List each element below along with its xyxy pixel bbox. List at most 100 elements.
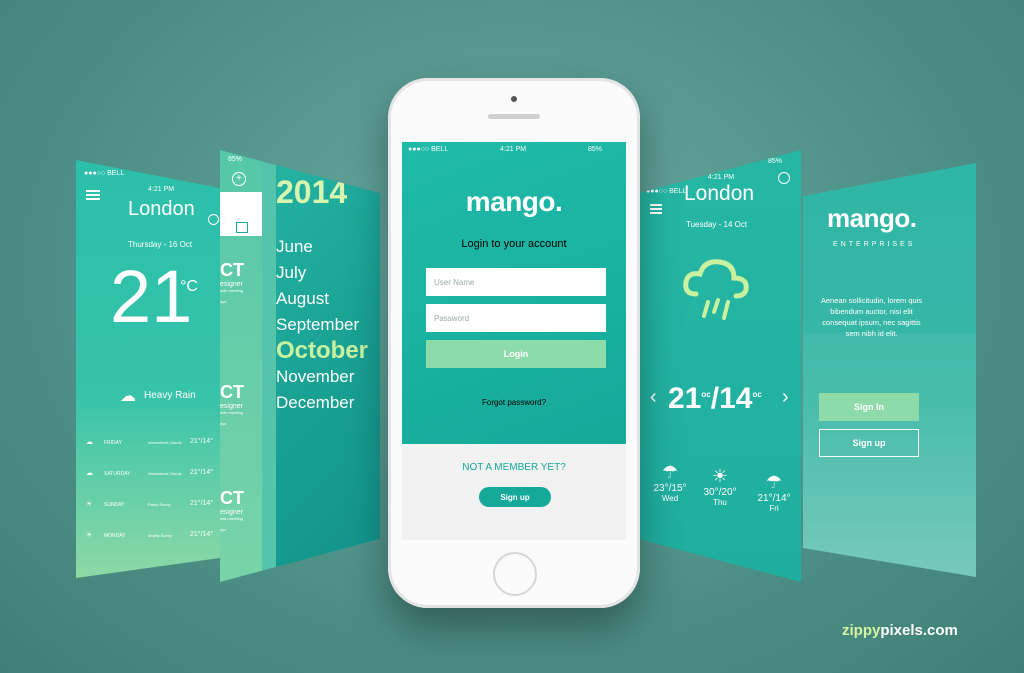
- low-temp: 14: [719, 382, 753, 415]
- divider: [262, 150, 276, 582]
- calendar-app-screen: 85% + CT esigner edin meeting ays CT esi…: [220, 150, 380, 582]
- menu-icon[interactable]: [650, 202, 662, 216]
- app-logo: mango.: [465, 186, 563, 217]
- forecast-temp: 23°/15°: [653, 483, 687, 494]
- weather-icon: ☁: [86, 470, 93, 477]
- chevron-right-icon[interactable]: ›: [782, 386, 789, 409]
- username-field[interactable]: User Name: [426, 268, 606, 296]
- calendar-tab[interactable]: [220, 192, 262, 236]
- event-role: esigner: [220, 509, 243, 516]
- forecast-desc: Partly Sunny: [148, 502, 171, 507]
- forecast-temp: 30°/20°: [703, 487, 737, 498]
- add-icon[interactable]: +: [232, 172, 246, 186]
- watermark-brand-a: zippy: [842, 622, 881, 639]
- forecast-day: Thu: [713, 498, 727, 507]
- month-item[interactable]: August: [276, 286, 368, 312]
- forecast-day: Fri: [769, 504, 779, 513]
- login-screen: ●●●○○ BELL 4:21 PM 85% mango. Login to y…: [402, 142, 626, 540]
- sign-up-button[interactable]: Sign up: [479, 487, 551, 507]
- mango-enterprises-screen: mango. ENTERPRISES Aenean sollicitudin, …: [803, 163, 976, 577]
- month-item[interactable]: June: [276, 234, 368, 260]
- event-code: CT: [220, 488, 244, 508]
- weather-app-right-screen: ●●●○○ BELL 4:21 PM 85% London Tuesday - …: [638, 150, 801, 582]
- status-time: 4:21 PM: [500, 146, 527, 153]
- forecast-desc: Mostly Sunny: [148, 533, 173, 538]
- forecast-day-item: ☂ 21°/14° Fri: [754, 472, 794, 513]
- event-role: esigner: [220, 281, 243, 288]
- event-meta: ays: [220, 299, 227, 304]
- search-icon[interactable]: [208, 214, 219, 225]
- speaker-grille: [488, 114, 540, 119]
- event-note: edin meeting: [220, 288, 243, 293]
- status-carrier: ●●●○○ BELL: [408, 146, 449, 153]
- city-name: London: [128, 198, 195, 220]
- month-item[interactable]: December: [276, 390, 368, 416]
- forecast-temp: 21°/14°: [190, 500, 214, 507]
- year-label: 2014: [276, 174, 348, 210]
- today-temperature: 21oc/14oc: [668, 382, 762, 415]
- status-time: 4:21 PM: [148, 186, 175, 193]
- forecast-day: FRIDAY: [104, 440, 122, 446]
- event-note: edin meeting: [220, 410, 243, 415]
- sign-in-button[interactable]: Sign In: [819, 393, 919, 421]
- temp-unit: oc: [701, 390, 711, 399]
- weather-app-left-screen: ●●●○○ BELL 4:21 PM London Thursday - 16 …: [76, 160, 226, 578]
- rain-cloud-icon: ☂: [661, 462, 679, 482]
- event-role: esigner: [220, 403, 243, 410]
- forecast-desc: Intermittent Clouds: [148, 471, 182, 476]
- event-item[interactable]: CT esigner edin meeting ays: [220, 488, 244, 532]
- event-meta: ays: [220, 527, 227, 532]
- forecast-day: Wed: [661, 494, 679, 503]
- menu-icon[interactable]: [86, 188, 100, 202]
- search-icon[interactable]: [778, 172, 790, 184]
- rain-cloud-icon: [683, 259, 749, 320]
- forecast-temp: 21°/14°: [190, 438, 214, 445]
- current-temperature: 21: [110, 255, 193, 338]
- event-item[interactable]: CT esigner edin meeting ays: [220, 260, 244, 304]
- condition-label: Heavy Rain: [144, 390, 196, 401]
- sign-up-button[interactable]: Sign up: [819, 429, 919, 457]
- status-time: 4:21 PM: [708, 174, 735, 181]
- month-list: June July August September October Novem…: [276, 234, 368, 416]
- month-item[interactable]: November: [276, 364, 368, 390]
- month-list-panel: 2014 June July August September October …: [276, 150, 380, 582]
- description-text: Aenean sollicitudin, lorem quis bibendum…: [820, 296, 923, 338]
- password-field[interactable]: Password: [426, 304, 606, 332]
- month-item[interactable]: July: [276, 260, 368, 286]
- front-camera: [511, 96, 517, 102]
- iphone-device: ●●●○○ BELL 4:21 PM 85% mango. Login to y…: [388, 78, 640, 608]
- calendar-icon: [236, 222, 248, 233]
- home-button[interactable]: [493, 552, 537, 596]
- forgot-password-link[interactable]: Forgot password?: [402, 398, 626, 407]
- forecast-row: ☀ SUNDAY Partly Sunny 21°/14°: [76, 490, 226, 521]
- month-item-selected[interactable]: October: [276, 338, 368, 364]
- logo-subtitle: ENTERPRISES: [833, 241, 916, 248]
- date-label: Thursday - 16 Oct: [128, 240, 193, 249]
- rain-cloud-icon: ☁: [120, 388, 136, 405]
- forecast-row: ☁ FRIDAY Intermittent Clouds 21°/14°: [76, 428, 226, 459]
- app-logo: mango.: [827, 203, 917, 233]
- forecast-day-item: ☂ 23°/15° Wed: [650, 462, 690, 503]
- status-battery: 85%: [588, 146, 603, 153]
- event-note: edin meeting: [220, 516, 243, 521]
- forecast-temp: 21°/14°: [757, 493, 791, 504]
- high-temp: 21: [668, 382, 702, 415]
- month-item[interactable]: September: [276, 312, 368, 338]
- weather-icon: ☁: [86, 439, 93, 446]
- login-header-panel: ●●●○○ BELL 4:21 PM 85% mango. Login to y…: [402, 142, 626, 444]
- zippypixels-watermark: zippypixels.com: [842, 622, 958, 639]
- watermark-brand-b: pixels.com: [880, 622, 958, 639]
- forecast-row: ☀ MONDAY Mostly Sunny 21°/14°: [76, 521, 226, 552]
- weather-icon: ☀: [86, 532, 93, 539]
- login-button[interactable]: Login: [426, 340, 606, 368]
- forecast-temp: 21°/14°: [190, 531, 214, 538]
- temperature-unit: °C: [180, 278, 198, 295]
- event-item[interactable]: CT esigner edin meeting ays: [220, 382, 244, 426]
- city-name: London: [684, 182, 755, 205]
- forecast-day: SATURDAY: [104, 471, 131, 477]
- event-meta: ays: [220, 421, 227, 426]
- chevron-left-icon[interactable]: ‹: [650, 386, 657, 409]
- status-battery: 85%: [228, 156, 243, 163]
- weather-icon: ☀: [86, 501, 93, 508]
- forecast-day-item: ☀ 30°/20° Thu: [700, 466, 740, 507]
